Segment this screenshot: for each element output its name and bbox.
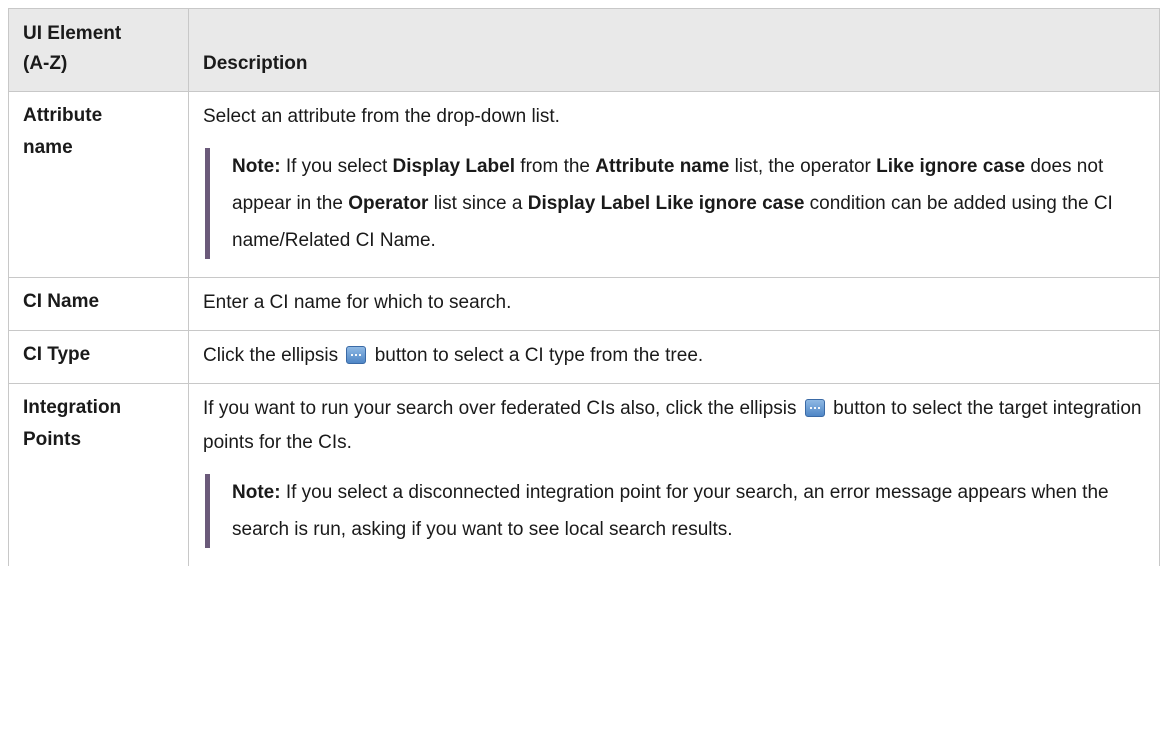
- table-row: Integration Points If you want to run you…: [8, 383, 1160, 566]
- note-label: Note:: [232, 482, 281, 503]
- note-bold: Attribute name: [595, 156, 730, 177]
- note-bold: Operator: [348, 193, 429, 214]
- note-bold: Like ignore case: [876, 156, 1026, 177]
- row-name-line2: Points: [23, 429, 82, 450]
- row-name-integration-points: Integration Points: [8, 383, 189, 566]
- row-name-line1: Integration: [23, 397, 122, 418]
- table-header-row: UI Element (A-Z) Description: [8, 8, 1160, 92]
- note-label: Note:: [232, 156, 281, 177]
- note-bold: Display Label Like ignore case: [527, 193, 805, 214]
- row-name-ci-name: CI Name: [8, 277, 189, 331]
- row-name-line1: Attribute: [23, 105, 103, 126]
- description-text: Click the ellipsis: [203, 345, 339, 366]
- description-text: If you want to run your search over fede…: [203, 392, 1145, 460]
- row-name-ci-type: CI Type: [8, 330, 189, 384]
- description-text: Select an attribute from the drop-down l…: [203, 106, 560, 127]
- table-row: CI Type Click the ellipsis button to sel…: [8, 330, 1160, 384]
- description-text: button to select a CI type from the tree…: [374, 345, 704, 366]
- row-desc-ci-name: Enter a CI name for which to search.: [188, 277, 1160, 331]
- row-desc-integration-points: If you want to run your search over fede…: [188, 383, 1160, 566]
- row-name-line2: name: [23, 137, 73, 158]
- row-name-attribute-name: Attribute name: [8, 91, 189, 278]
- note-bold: Display Label: [392, 156, 516, 177]
- header-description: Description: [188, 8, 1160, 92]
- note-text: If you select: [280, 156, 393, 177]
- ellipsis-button-icon[interactable]: [804, 399, 825, 417]
- ellipsis-button-icon[interactable]: [346, 346, 367, 364]
- ui-elements-table: UI Element (A-Z) Description Attribute nam…: [8, 8, 1160, 566]
- table-row: Attribute name Select an attribute from t…: [8, 91, 1160, 278]
- note-text: from the: [515, 156, 596, 177]
- header-ui-element-line1: UI Element: [23, 23, 122, 44]
- note-text: list since a: [428, 193, 528, 214]
- note-text: If you select a disconnected integration…: [232, 482, 1109, 540]
- note-text: list, the operator: [729, 156, 877, 177]
- row-desc-attribute-name: Select an attribute from the drop-down l…: [188, 91, 1160, 278]
- header-ui-element: UI Element (A-Z): [8, 8, 189, 92]
- table-row: CI Name Enter a CI name for which to sea…: [8, 277, 1160, 331]
- note-block: Note: If you select Display Label from t…: [205, 148, 1145, 259]
- description-text-part: If you want to run your search over fede…: [203, 398, 797, 419]
- note-block: Note: If you select a disconnected integ…: [205, 474, 1145, 548]
- header-ui-element-line2: (A-Z): [23, 53, 68, 74]
- row-desc-ci-type: Click the ellipsis button to select a CI…: [188, 330, 1160, 384]
